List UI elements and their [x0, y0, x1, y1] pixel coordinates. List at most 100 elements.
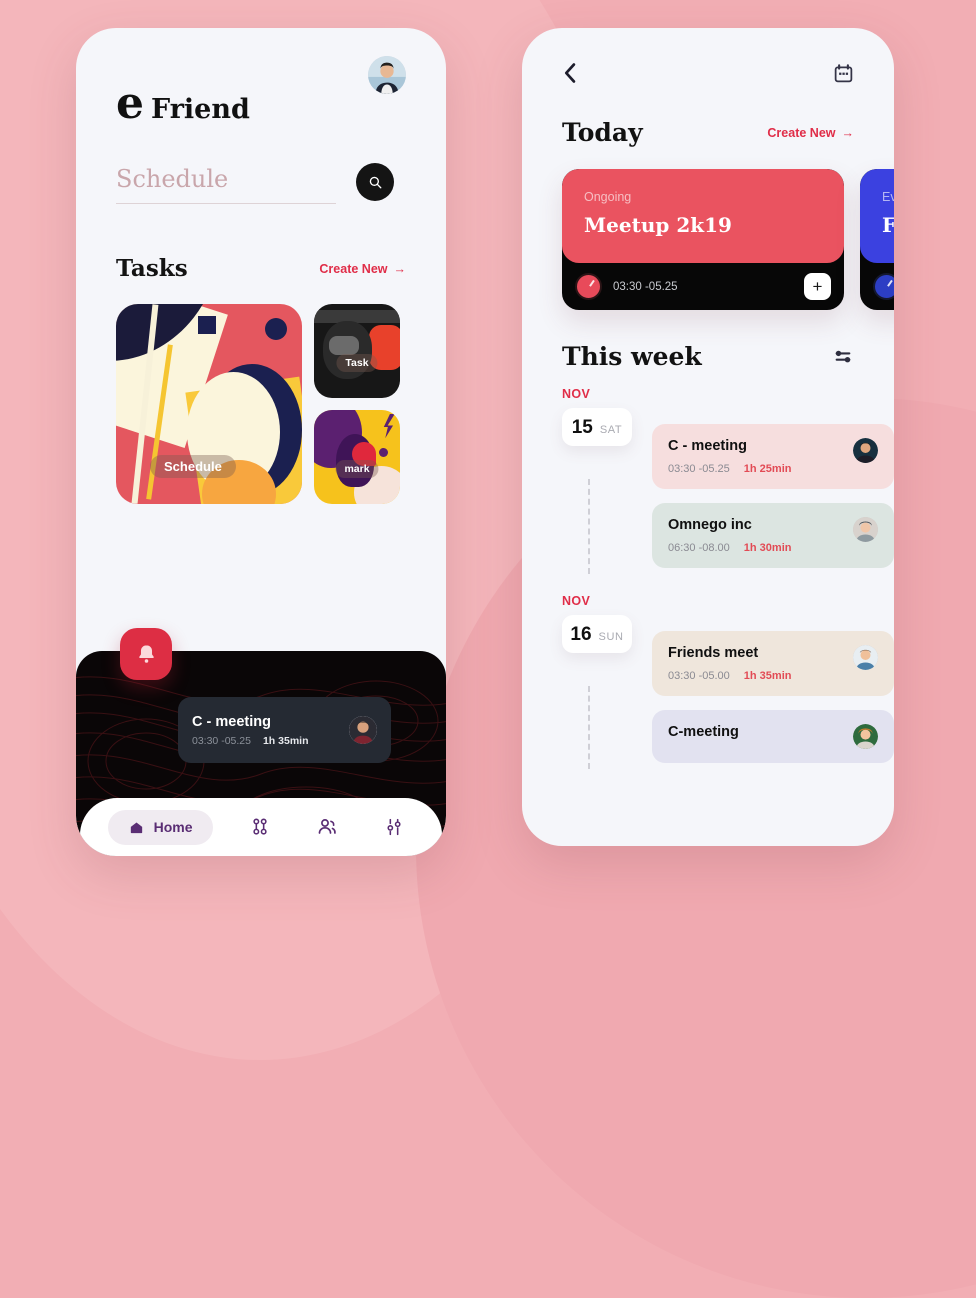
task-artwork-bird [314, 410, 400, 504]
create-new-label: Create New [767, 125, 836, 140]
list-item[interactable]: C-meeting [652, 710, 894, 763]
task-label: Task [336, 354, 378, 372]
left-header: e Friend Tasks Create New → [76, 28, 446, 504]
date-weekday: SUN [598, 631, 624, 643]
bell-icon [138, 644, 154, 663]
day-group: NOV 16 SUN Friends meet 03:30 -05.00 1h … [522, 594, 894, 769]
date-weekday: SAT [599, 424, 623, 436]
date-chip[interactable]: 15 SAT [562, 408, 632, 446]
event-card-footer [860, 263, 894, 310]
meeting-meta: 03:30 -05.25 1h 35min [192, 735, 309, 747]
list-item[interactable]: C - meeting 03:30 -05.25 1h 25min [652, 424, 894, 489]
search-button[interactable] [356, 163, 394, 201]
sidebar-item-people[interactable] [307, 807, 347, 847]
month-label: NOV [562, 594, 591, 608]
date-chip[interactable]: 16 SUN [562, 615, 632, 653]
day-group: NOV 15 SAT C - meeting 03:30 -05.25 1h 2… [522, 387, 894, 574]
week-section-header: This week [562, 342, 854, 371]
event-duration: 1h 35min [743, 670, 792, 682]
calendar-button[interactable] [833, 63, 854, 84]
clock-icon [873, 273, 894, 300]
notification-bell-button[interactable] [120, 628, 172, 680]
avatar[interactable] [853, 438, 878, 463]
add-event-button[interactable]: + [804, 273, 831, 300]
left-phone-screen: e Friend Tasks Create New → [76, 28, 446, 856]
filter-button[interactable] [832, 348, 854, 366]
event-time: 06:30 -08.00 [668, 542, 730, 554]
meeting-title: C - meeting [192, 713, 271, 730]
task-card-schedule[interactable]: Schedule [116, 304, 302, 504]
people-icon [318, 819, 336, 834]
event-meta: 03:30 -05.00 1h 35min [668, 670, 791, 682]
home-icon [130, 822, 142, 833]
sliders-icon [387, 818, 401, 836]
avatar[interactable] [853, 645, 878, 670]
today-section-header-wrap: Today Create New → [522, 118, 894, 147]
sidebar-item-label: Home [153, 819, 193, 835]
avatar[interactable] [853, 517, 878, 542]
meeting-time: 03:30 -05.25 [192, 734, 251, 747]
arrow-right-icon: → [393, 261, 407, 276]
search-icon [369, 176, 381, 188]
sliders-icon [835, 350, 851, 362]
task-card-task[interactable]: Task [314, 304, 400, 398]
event-list: Friends meet 03:30 -05.00 1h 35min C-mee… [652, 631, 894, 763]
event-info: C-meeting [668, 724, 739, 749]
brand-mark: e [116, 78, 144, 129]
event-card-body: Ev F [860, 169, 894, 263]
event-info: C - meeting 03:30 -05.25 1h 25min [668, 438, 791, 475]
chevron-left-icon [564, 63, 576, 83]
week-header-wrap: This week [522, 342, 894, 371]
nodes-icon [253, 818, 267, 835]
sidebar-item-home[interactable]: Home [107, 809, 213, 845]
event-card-footer: 03:30 -05.25 + [562, 263, 844, 310]
brand-name: Friend [151, 94, 250, 125]
avatar[interactable] [853, 724, 878, 749]
event-card[interactable]: Ongoing Meetup 2k19 03:30 -05.25 + [562, 169, 844, 310]
event-duration: 1h 25min [743, 463, 792, 475]
timeline-connector [588, 686, 590, 769]
date-number: 16 [570, 624, 592, 645]
meeting-mini-card[interactable]: C - meeting 03:30 -05.25 1h 35min [178, 697, 391, 763]
event-time: 03:30 -05.25 [613, 280, 678, 293]
sidebar-item-nodes[interactable] [240, 807, 280, 847]
meeting-info: C - meeting 03:30 -05.25 1h 35min [192, 714, 309, 747]
create-new-label: Create New [319, 261, 388, 276]
event-info: Omnego inc 06:30 -08.00 1h 30min [668, 517, 791, 554]
section-title-today: Today [562, 118, 643, 147]
sidebar-item-settings[interactable] [374, 807, 414, 847]
page-title: Tasks [116, 255, 188, 282]
back-button[interactable] [562, 62, 579, 84]
event-title: Meetup 2k19 [584, 213, 732, 237]
avatar[interactable] [368, 56, 406, 94]
task-card-grid: Schedule Task mark [116, 304, 406, 504]
app-brand: e Friend [116, 78, 406, 129]
calendar-icon [834, 63, 853, 82]
task-label: mark [335, 460, 379, 478]
event-meta: 03:30 -05.25 1h 25min [668, 463, 791, 475]
event-title: C - meeting [668, 438, 747, 454]
event-list: C - meeting 03:30 -05.25 1h 25min Omnego… [652, 424, 894, 568]
list-item[interactable]: Omnego inc 06:30 -08.00 1h 30min [652, 503, 894, 568]
event-title: F [882, 213, 894, 237]
task-card-column: Task mark [314, 304, 400, 504]
right-header [522, 28, 894, 84]
status-badge: Ev [882, 190, 894, 204]
event-duration: 1h 30min [743, 542, 792, 554]
event-time: 03:30 -05.00 [668, 670, 730, 682]
event-time-group: 03:30 -05.25 [575, 273, 678, 300]
create-new-button[interactable]: Create New → [767, 126, 854, 140]
event-card[interactable]: Ev F [860, 169, 894, 310]
task-card-mark[interactable]: mark [314, 410, 400, 504]
today-section-header: Today Create New → [562, 118, 854, 147]
search-input[interactable] [116, 165, 336, 204]
avatar[interactable] [349, 716, 377, 744]
task-label: Schedule [150, 455, 236, 478]
event-title: Omnego inc [668, 517, 752, 533]
event-time-group [873, 273, 894, 300]
right-phone-screen: Today Create New → Ongoing Meetup 2k19 0… [522, 28, 894, 846]
list-item[interactable]: Friends meet 03:30 -05.00 1h 35min [652, 631, 894, 696]
task-artwork-machine [314, 304, 400, 398]
today-card-carousel[interactable]: Ongoing Meetup 2k19 03:30 -05.25 + Ev F [522, 169, 894, 310]
create-new-button[interactable]: Create New → [319, 262, 406, 276]
